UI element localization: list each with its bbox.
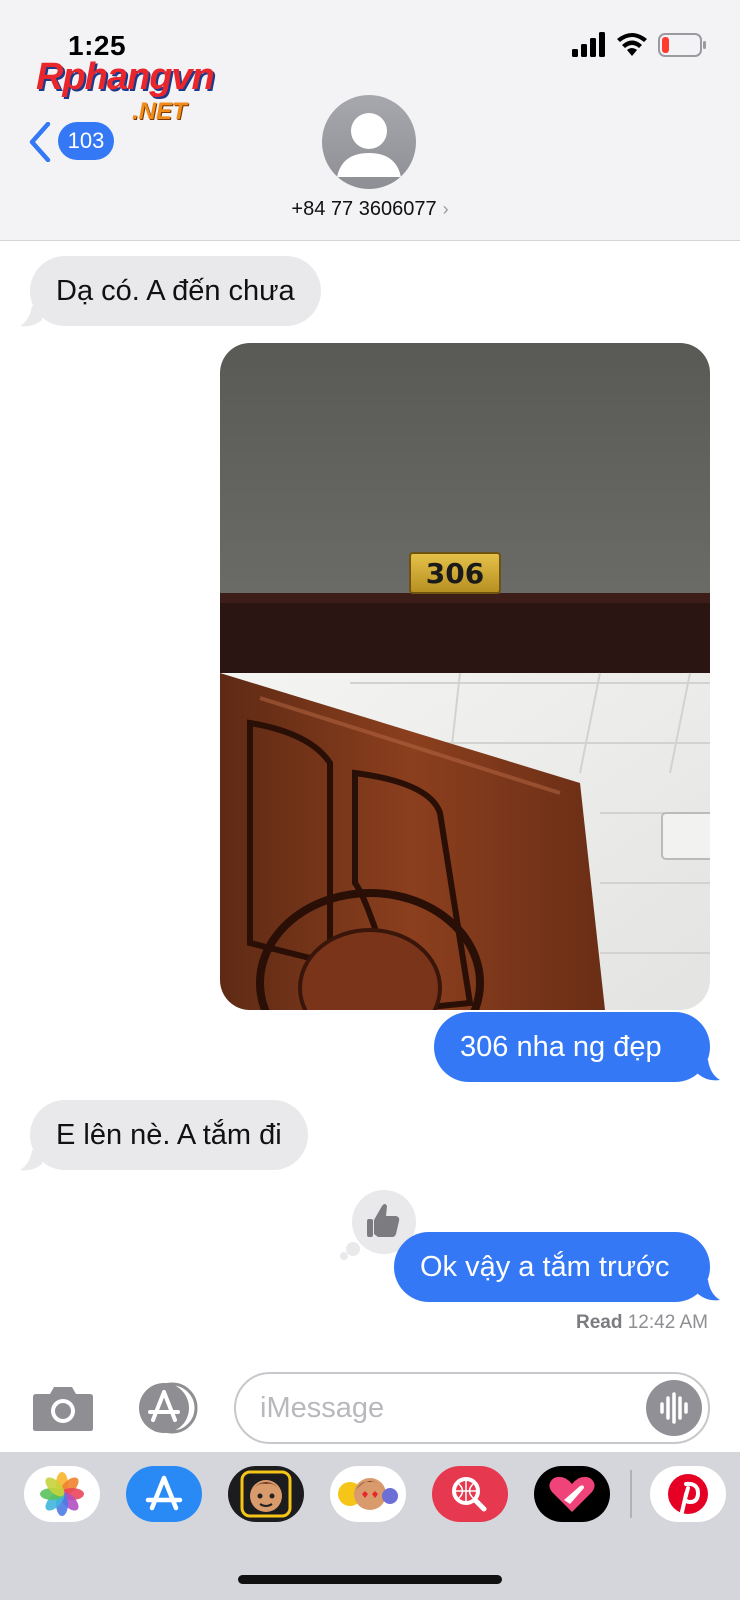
read-time: 12:42 AM (627, 1312, 708, 1333)
digital-touch-app-icon[interactable] (534, 1466, 610, 1522)
wifi-icon (617, 33, 647, 56)
drawer-divider (630, 1470, 632, 1518)
battery-low-icon (658, 33, 706, 57)
door-number-plate: 306 (426, 557, 484, 590)
watermark-brand: Rphangvn (36, 56, 215, 98)
waveform-icon (660, 1392, 688, 1424)
unread-count-badge: 103 (58, 122, 114, 160)
message-text: 306 nha ng đẹp (460, 1031, 662, 1063)
home-indicator[interactable] (238, 1575, 502, 1584)
cellular-signal-icon (572, 32, 605, 57)
read-label: Read (575, 1312, 623, 1333)
camera-icon[interactable] (32, 1384, 94, 1432)
voice-memo-button[interactable] (646, 1380, 702, 1436)
bubble-tail (698, 1280, 720, 1301)
read-receipt: Read 12:42 AM (576, 1312, 708, 1334)
message-bubble-incoming[interactable]: Dạ có. A đến chưa (30, 256, 321, 326)
message-bubble-outgoing[interactable]: 306 nha ng đẹp (434, 1012, 710, 1082)
chevron-left-icon (29, 122, 51, 162)
photo-attachment[interactable]: 306 (220, 343, 710, 1010)
bubble-tail (698, 1060, 720, 1081)
imessage-input[interactable]: iMessage (234, 1372, 710, 1444)
contact-avatar[interactable] (322, 95, 416, 189)
app-store-button-icon[interactable] (134, 1382, 202, 1434)
message-text: E lên nè. A tắm đi (56, 1119, 282, 1151)
person-icon (337, 113, 401, 177)
contact-name-button[interactable]: +84 77 3606077 › (0, 198, 740, 221)
message-bubble-incoming[interactable]: E lên nè. A tắm đi (30, 1100, 308, 1170)
watermark-suffix: .NET (132, 98, 187, 125)
door-photo-image: 306 (220, 343, 710, 1010)
input-placeholder: iMessage (260, 1392, 385, 1424)
message-text: Dạ có. A đến chưa (56, 275, 295, 307)
memoji-app-icon[interactable] (228, 1466, 304, 1522)
contact-phone-number: +84 77 3606077 (291, 198, 437, 220)
chevron-right-icon: › (442, 199, 449, 219)
message-text: Ok vậy a tắm trước (420, 1251, 670, 1283)
message-bubble-outgoing[interactable]: Ok vậy a tắm trước (394, 1232, 710, 1302)
app-store-app-icon[interactable] (126, 1466, 202, 1522)
photos-app-icon[interactable] (24, 1466, 100, 1522)
back-button[interactable]: 103 (28, 118, 120, 164)
memoji-stickers-app-icon[interactable] (330, 1466, 406, 1522)
pinterest-app-icon[interactable] (650, 1466, 726, 1522)
image-search-app-icon[interactable] (432, 1466, 508, 1522)
